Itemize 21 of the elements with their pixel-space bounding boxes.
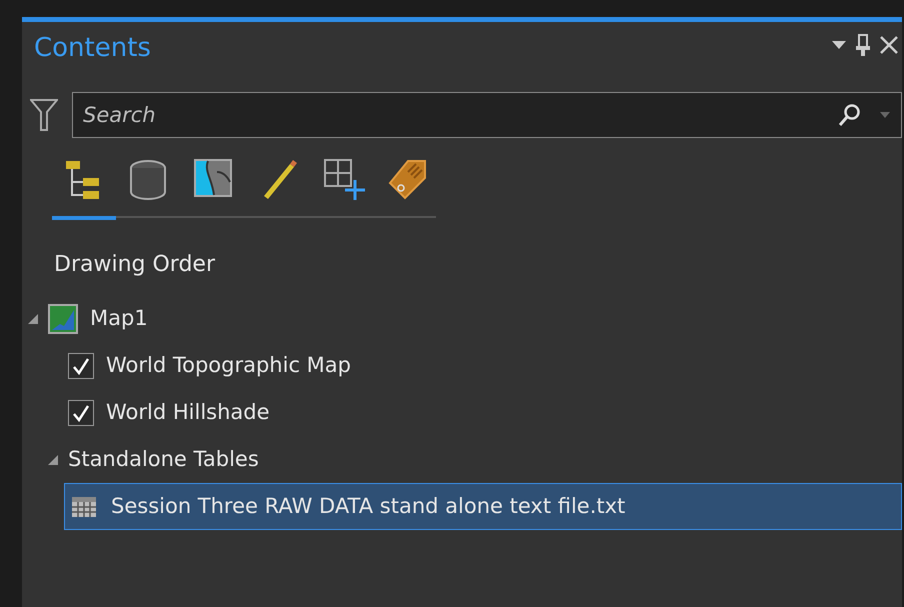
section-title: Drawing Order [54,251,216,279]
table-row[interactable]: Session Three RAW DATA stand alone text file.txt [64,483,902,530]
group-name[interactable]: Standalone Tables [68,444,259,476]
filter-icon[interactable] [30,99,58,131]
pin-icon[interactable] [856,34,870,56]
expand-icon[interactable] [28,314,38,324]
map-icon [48,304,78,334]
layer-name[interactable]: World Topographic Map [106,350,351,382]
layer-name[interactable]: World Hillshade [106,396,270,428]
caret-icon[interactable] [880,112,890,118]
dropdown-icon[interactable] [832,41,846,49]
search-field[interactable]: Search [72,92,902,138]
map-name[interactable]: Map1 [90,302,148,334]
search-icon[interactable] [838,103,862,127]
expand-icon[interactable] [48,454,58,464]
table-icon [71,496,97,518]
layer-checkbox[interactable] [68,400,94,426]
close-icon[interactable] [880,36,898,54]
layer-checkbox[interactable] [68,352,94,378]
pane-title: Contents [34,33,151,63]
grid-plus-icon [323,158,365,202]
